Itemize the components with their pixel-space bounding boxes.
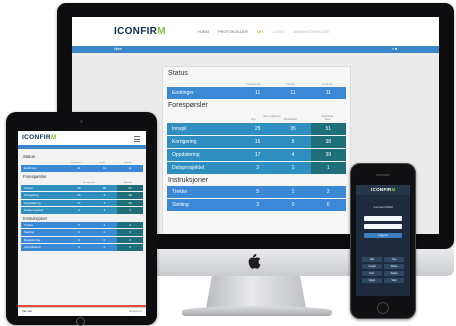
nav-item-mit[interactable]: MIT (257, 29, 264, 34)
ipad-camera (80, 120, 83, 123)
ipad-device: ICONFIRM Status Forespørsler Innspill Av… (6, 112, 157, 326)
menu-key[interactable]: Innspil (362, 264, 382, 269)
menu-key[interactable]: Aktive (384, 264, 404, 269)
iphone-header: ICONFIRM (356, 185, 410, 195)
ipad-header: ICONFIRM (18, 131, 146, 145)
nav-item-protokoller[interactable]: PROTOKOLLER (218, 29, 248, 34)
table-row[interactable]: Endringer 11 11 11 (167, 87, 346, 99)
imac-stand-neck (206, 276, 306, 308)
table-row[interactable]: Innspil 25 35 51 (21, 184, 144, 191)
section-title-instruksjoner: Instruksjoner (168, 177, 209, 184)
iphone-screen: ICONFIRM Connect Mobil Logg inn Alle Nye… (356, 185, 410, 296)
brand-logo[interactable]: ICONFIRM (371, 187, 396, 192)
ipad-dashboard: Status Forespørsler Innspill Avsluttet E… (21, 152, 144, 252)
nav-item-hjem[interactable]: HJEM (198, 29, 209, 34)
table-row[interactable]: Sletting 3 0 6 (21, 229, 144, 236)
section-title-foresporsler: Forespørsler (168, 102, 208, 109)
foresporsler-sub-headers: Nye Behandling Siste (251, 118, 331, 121)
status-column-headers: Forespørsler Innspill Avsluttet (246, 83, 333, 86)
section-title-status: Status (168, 70, 188, 77)
ipad-footer: Var slot Registrert (18, 307, 146, 316)
username-field[interactable] (364, 216, 402, 221)
footer-right-text: Registrert (128, 309, 142, 313)
menu-key[interactable]: Alle (362, 257, 382, 262)
brand-logo[interactable]: ICONFIRM (22, 134, 57, 141)
section-title-instruksjoner: Instruksjoner (23, 215, 47, 221)
menu-key[interactable]: Nye (384, 257, 404, 262)
table-row[interactable]: Oppdatering 17 4 39 (167, 149, 346, 161)
menu-key[interactable]: Slett (384, 278, 404, 283)
section-title-foresporsler: Forespørsler (23, 173, 47, 179)
table-row[interactable]: Dataprosjektet 3 1 1 (167, 162, 346, 174)
iphone-speaker (376, 174, 390, 176)
imac-stand-foot (182, 306, 332, 316)
apple-logo-icon (248, 253, 261, 269)
table-row[interactable]: Trekke 5 1 2 (21, 221, 144, 228)
table-row[interactable]: Innspil 25 35 51 (167, 123, 346, 135)
table-row[interactable]: Innspillsendr 0 0 0 (21, 244, 144, 251)
site-header: ICONFIRM HJEM PROTOKOLLER MIT LOGG ADMIN… (72, 17, 439, 46)
main-nav: HJEM PROTOKOLLER MIT LOGG ADMINISTRASJON (198, 29, 329, 34)
breadcrumb-bar (18, 145, 146, 149)
breadcrumb[interactable]: Hjem (114, 47, 122, 51)
nav-item-logg[interactable]: LOGG (273, 29, 285, 34)
table-row[interactable]: Korrigering 16 5 38 (167, 136, 346, 148)
table-row[interactable]: Registrering 0 0 0 (21, 236, 144, 243)
footer-left-text: Var slot (22, 309, 32, 313)
breadcrumb-bar: Hjem ≡ ■ (72, 46, 439, 53)
section-title-status: Status (23, 154, 35, 159)
dashboard-panel: Status Forespørsler Innspill Avsluttet E… (162, 66, 351, 234)
login-button[interactable]: Logg inn (364, 233, 402, 238)
foresporsler-group-headers: Ikke registrerte Avsluttede (83, 181, 133, 184)
brand-logo[interactable]: ICONFIRM (114, 26, 166, 37)
table-row[interactable]: Korrigering 16 5 38 (21, 192, 144, 199)
view-toggle-icon[interactable]: ≡ ■ (392, 47, 397, 51)
menu-key[interactable]: Status (384, 271, 404, 276)
status-column-headers: Forespørsler Innspill Avsluttet (70, 162, 132, 164)
table-row[interactable]: Endringer 11 11 11 (21, 165, 143, 172)
menu-key[interactable]: Korr. (362, 271, 382, 276)
table-row[interactable]: Dataprosjektet 3 1 1 (21, 207, 144, 214)
table-row[interactable]: Trekke 5 1 2 (167, 186, 346, 198)
foresporsler-group-headers: Ikke registrerte Avsluttede (263, 115, 334, 118)
table-row[interactable]: Oppdatering 17 4 39 (21, 199, 144, 206)
menu-key[interactable]: Oppd. (362, 278, 382, 283)
ipad-screen: ICONFIRM Status Forespørsler Innspill Av… (18, 131, 146, 316)
mobile-title: Connect Mobil (373, 205, 393, 209)
iphone-home-button[interactable] (377, 302, 389, 314)
table-row[interactable]: Sletting 3 0 6 (167, 199, 346, 211)
nav-item-admin[interactable]: ADMINISTRASJON (293, 29, 328, 34)
password-field[interactable] (364, 224, 402, 229)
hamburger-menu-icon[interactable] (134, 136, 140, 142)
mobile-menu-grid: Alle Nye Innspil Aktive Korr. Status Opp… (362, 257, 404, 283)
iphone-device: ICONFIRM Connect Mobil Logg inn Alle Nye… (350, 163, 416, 319)
